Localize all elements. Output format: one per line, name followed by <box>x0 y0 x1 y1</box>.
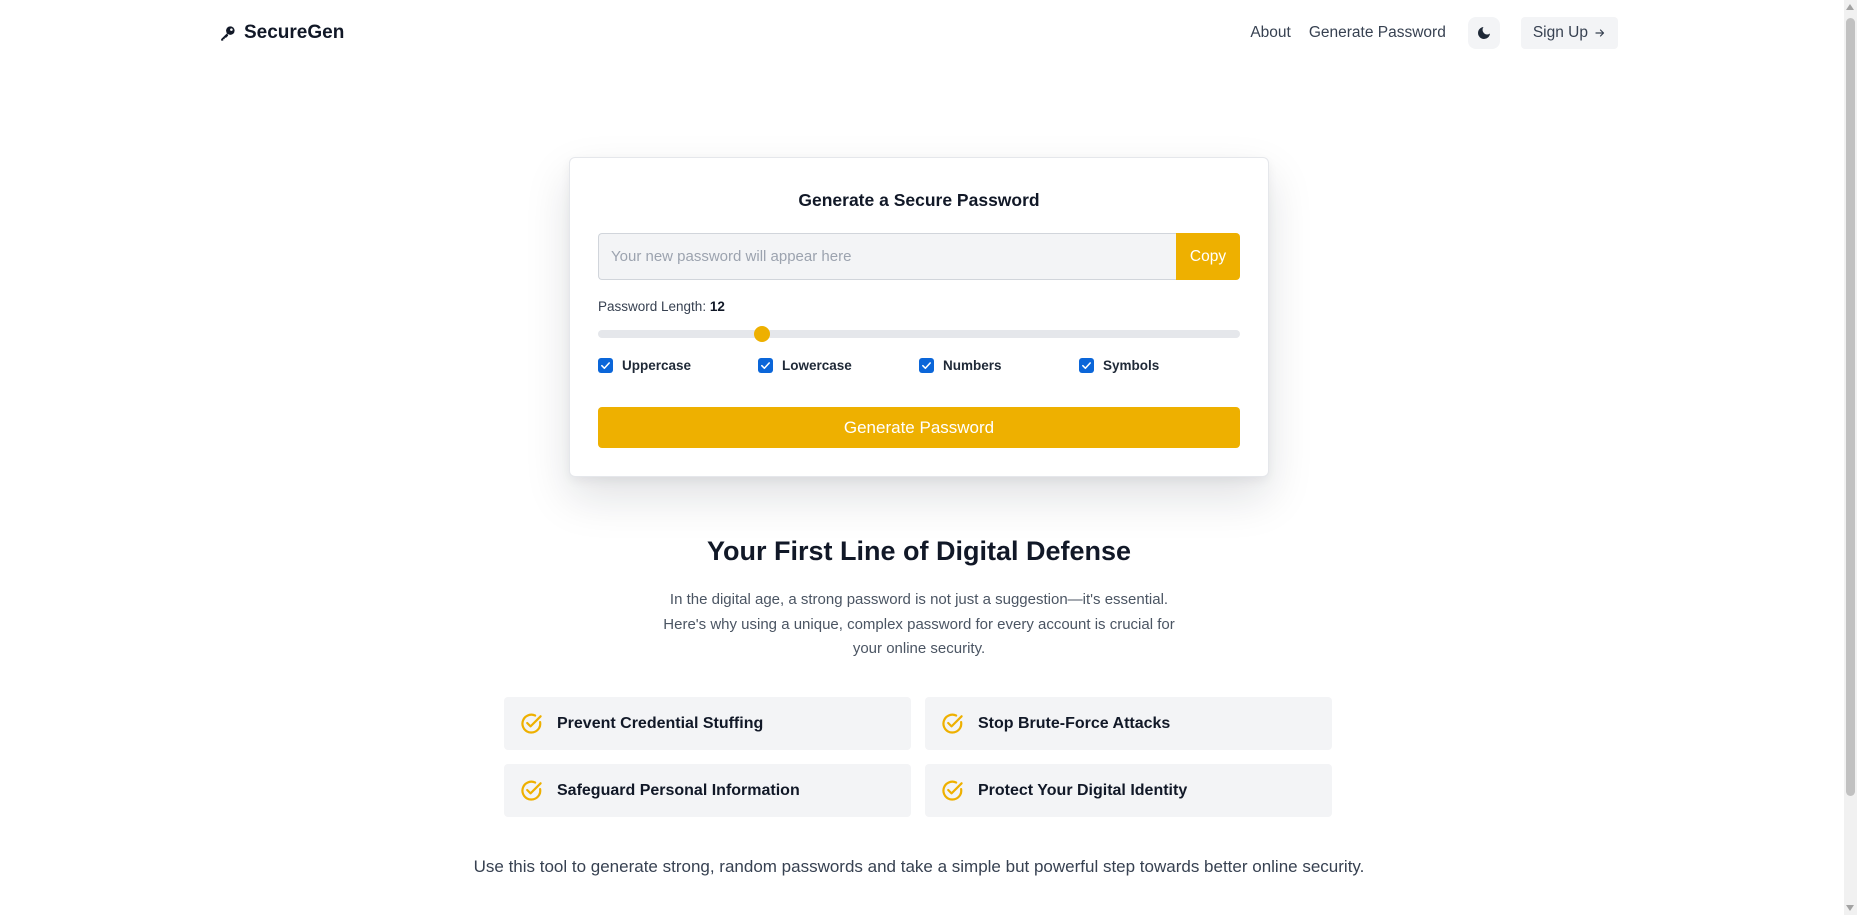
symbols-label: Symbols <box>1103 358 1160 373</box>
arrow-right-icon <box>1594 27 1606 39</box>
reason-card: Stop Brute-Force Attacks <box>925 697 1332 750</box>
character-options: Uppercase Lowercase Numbers Symbols <box>598 358 1240 378</box>
check-circle-icon <box>520 779 543 802</box>
brand[interactable]: SecureGen <box>219 20 344 46</box>
reason-text: Safeguard Personal Information <box>557 781 800 799</box>
check-circle-icon <box>941 712 964 735</box>
numbers-checkbox[interactable] <box>919 358 934 373</box>
check-circle-icon <box>520 712 543 735</box>
footer-note: Use this tool to generate strong, random… <box>473 857 1365 876</box>
top-nav: About Generate Password Sign Up <box>1250 17 1618 49</box>
section-intro: In the digital age, a strong password is… <box>663 591 1175 657</box>
check-circle-icon <box>941 779 964 802</box>
option-numbers[interactable]: Numbers <box>919 358 1002 373</box>
reason-text: Protect Your Digital Identity <box>978 781 1188 799</box>
brand-name: SecureGen <box>244 22 345 43</box>
password-generator-card: Generate a Secure Password Copy Password… <box>569 157 1269 477</box>
nav-generate-password-link[interactable]: Generate Password <box>1309 24 1446 42</box>
uppercase-checkbox[interactable] <box>598 358 613 373</box>
password-length-slider[interactable] <box>598 326 1240 342</box>
scroll-up-arrow-icon[interactable] <box>1846 4 1854 10</box>
password-length-value: 12 <box>709 299 725 314</box>
option-lowercase[interactable]: Lowercase <box>758 358 852 373</box>
slider-thumb[interactable] <box>753 326 770 342</box>
key-icon <box>219 25 236 42</box>
reason-card: Prevent Credential Stuffing <box>504 697 911 750</box>
reason-text: Stop Brute-Force Attacks <box>978 714 1171 732</box>
sign-up-button[interactable]: Sign Up <box>1520 17 1618 49</box>
numbers-label: Numbers <box>943 358 1002 373</box>
option-symbols[interactable]: Symbols <box>1079 358 1159 373</box>
generate-password-button[interactable]: Generate Password <box>598 407 1240 448</box>
vertical-scrollbar[interactable] <box>1844 0 1857 915</box>
password-length-text: Password Length: <box>598 299 707 314</box>
option-uppercase[interactable]: Uppercase <box>598 358 691 373</box>
sign-up-label: Sign Up <box>1532 24 1588 41</box>
symbols-checkbox[interactable] <box>1079 358 1094 373</box>
scrollbar-thumb[interactable] <box>1846 18 1855 796</box>
lowercase-checkbox[interactable] <box>758 358 773 373</box>
lowercase-label: Lowercase <box>782 358 852 373</box>
theme-toggle-button[interactable] <box>1467 17 1500 49</box>
moon-icon <box>1476 25 1492 41</box>
reason-card: Safeguard Personal Information <box>504 764 911 817</box>
copy-button[interactable]: Copy <box>1176 233 1240 280</box>
page: SecureGen About Generate Password Sign U… <box>0 0 1857 915</box>
scroll-down-arrow-icon[interactable] <box>1846 905 1854 911</box>
password-output-row: Copy <box>598 233 1240 280</box>
password-output-field[interactable] <box>598 233 1176 280</box>
header: SecureGen About Generate Password Sign U… <box>0 0 1844 66</box>
nav-about-link[interactable]: About <box>1250 24 1291 42</box>
password-length-label: Password Length: 12 <box>598 299 725 314</box>
section-headline: Your First Line of Digital Defense <box>706 536 1132 566</box>
reason-card: Protect Your Digital Identity <box>925 764 1332 817</box>
generator-title: Generate a Secure Password <box>798 190 1040 210</box>
uppercase-label: Uppercase <box>622 358 692 373</box>
reason-text: Prevent Credential Stuffing <box>557 714 764 732</box>
